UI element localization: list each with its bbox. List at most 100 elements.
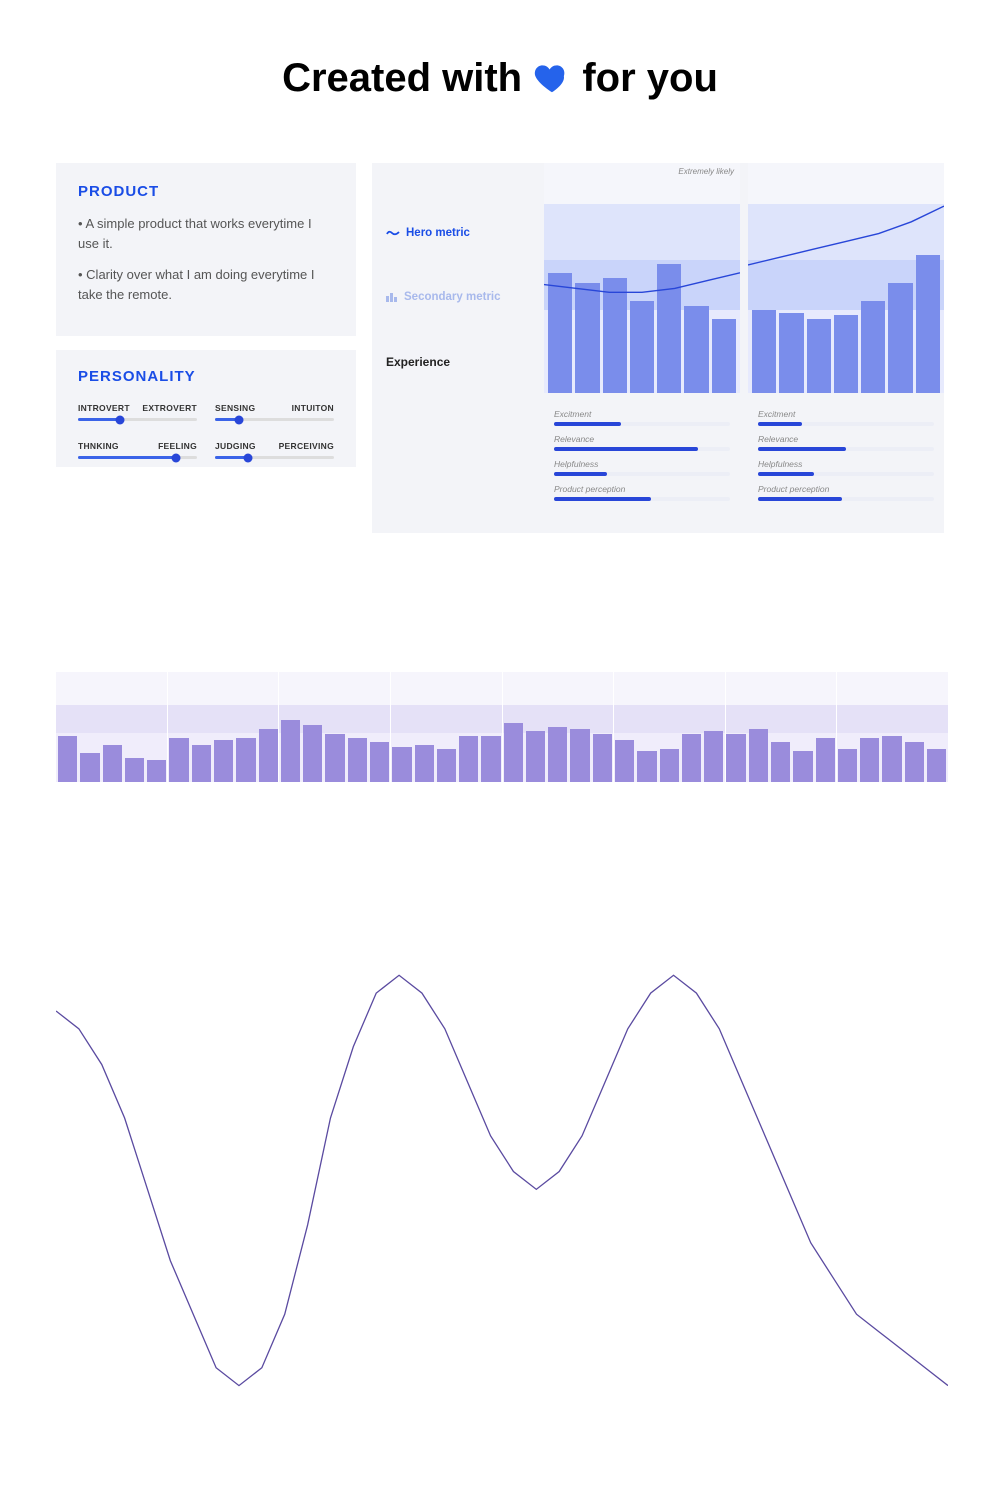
progress-area: Excitment Relevance Helpfulness Product per… (544, 401, 944, 533)
slider-track[interactable] (78, 456, 197, 459)
slider-thumb[interactable] (234, 415, 243, 424)
bar (838, 749, 857, 782)
progress-item: Excitment (554, 409, 730, 426)
bar (807, 319, 831, 393)
personality-heading: PERSONALITY (78, 368, 334, 385)
progress-label: Relevance (758, 434, 934, 444)
progress-fill (758, 422, 802, 426)
personality-slider-3[interactable]: JUDGINGPERCEIVING (215, 441, 334, 459)
page-title: Created with for you (0, 56, 1000, 107)
bar (281, 720, 300, 782)
bar (861, 301, 885, 393)
bar (771, 742, 790, 782)
slider-fill (78, 456, 176, 459)
bar (348, 738, 367, 782)
bar (437, 749, 456, 782)
secondary-metric-legend[interactable]: Secondary metric (386, 291, 530, 303)
product-heading: PRODUCT (78, 183, 334, 200)
bar (58, 736, 77, 782)
bar (615, 740, 634, 782)
product-card: PRODUCT • A simple product that works ev… (56, 163, 356, 336)
progress-fill (554, 447, 698, 451)
progress-track (758, 497, 934, 501)
bar (630, 301, 654, 393)
progress-panel-1: Excitment Relevance Helpfulness Product per… (748, 401, 944, 533)
bar (459, 736, 478, 782)
progress-label: Relevance (554, 434, 730, 444)
bar (905, 742, 924, 782)
bars-row (548, 163, 736, 393)
progress-label: Helpfulness (554, 459, 730, 469)
progress-item: Relevance (554, 434, 730, 451)
bars-icon (386, 292, 398, 302)
bar (415, 745, 434, 782)
bar (704, 731, 723, 782)
bar (80, 753, 99, 782)
bar (682, 734, 701, 782)
personality-slider-1[interactable]: SENSINGINTUITON (215, 403, 334, 421)
slider-labels: JUDGINGPERCEIVING (215, 441, 334, 451)
slider-thumb[interactable] (115, 415, 124, 424)
progress-fill (758, 447, 846, 451)
bar (660, 749, 679, 782)
bar (603, 278, 627, 393)
chart-panel-0: Extremely likelyNeutralNot likely at all (544, 163, 740, 393)
progress-item: Excitment (758, 409, 934, 426)
bar (593, 734, 612, 782)
bottom-bars (56, 672, 948, 782)
personality-slider-0[interactable]: INTROVERTEXTROVERT (78, 403, 197, 421)
bar (481, 736, 500, 782)
chart-area: Extremely likelyNeutralNot likely at all (544, 163, 944, 393)
progress-item: Relevance (758, 434, 934, 451)
slider-track[interactable] (215, 456, 334, 459)
content-row: PRODUCT • A simple product that works ev… (0, 163, 1000, 533)
progress-track (554, 422, 730, 426)
bar (504, 723, 523, 782)
progress-item: Helpfulness (758, 459, 934, 476)
bar (214, 740, 233, 782)
bar (916, 255, 940, 393)
slider-labels: INTROVERTEXTROVERT (78, 403, 197, 413)
bar (103, 745, 122, 782)
title-post: for you (582, 56, 718, 100)
bar (860, 738, 879, 782)
progress-label: Product perception (554, 484, 730, 494)
progress-label: Helpfulness (758, 459, 934, 469)
bar (752, 310, 776, 393)
bottom-chart (56, 672, 948, 782)
bar (325, 734, 344, 782)
progress-item: Product perception (554, 484, 730, 501)
progress-track (758, 472, 934, 476)
bar (548, 727, 567, 782)
progress-track (758, 422, 934, 426)
wave-icon (386, 228, 400, 238)
title-pre: Created with (282, 56, 533, 100)
progress-item: Product perception (758, 484, 934, 501)
progress-item: Helpfulness (554, 459, 730, 476)
bar (684, 306, 708, 393)
bar (147, 760, 166, 782)
bar (125, 758, 144, 782)
progress-label: Excitment (758, 409, 934, 419)
hero-metric-legend[interactable]: Hero metric (386, 227, 530, 239)
bar (816, 738, 835, 782)
slider-track[interactable] (215, 418, 334, 421)
progress-track (554, 472, 730, 476)
progress-track (554, 497, 730, 501)
progress-fill (554, 497, 651, 501)
slider-thumb[interactable] (244, 453, 253, 462)
slider-labels: SENSINGINTUITON (215, 403, 334, 413)
product-bullet-1: • Clarity over what I am doing everytime… (78, 265, 334, 304)
chart-panel-1 (748, 163, 944, 393)
bar (548, 273, 572, 393)
slider-track[interactable] (78, 418, 197, 421)
progress-track (758, 447, 934, 451)
bar (779, 313, 803, 394)
bar (657, 264, 681, 393)
bar (526, 731, 545, 782)
bar (303, 725, 322, 782)
slider-thumb[interactable] (171, 453, 180, 462)
right-panel: Hero metric Secondary metric Experience … (372, 163, 944, 533)
personality-slider-2[interactable]: THNKINGFEELING (78, 441, 197, 459)
progress-track (554, 447, 730, 451)
